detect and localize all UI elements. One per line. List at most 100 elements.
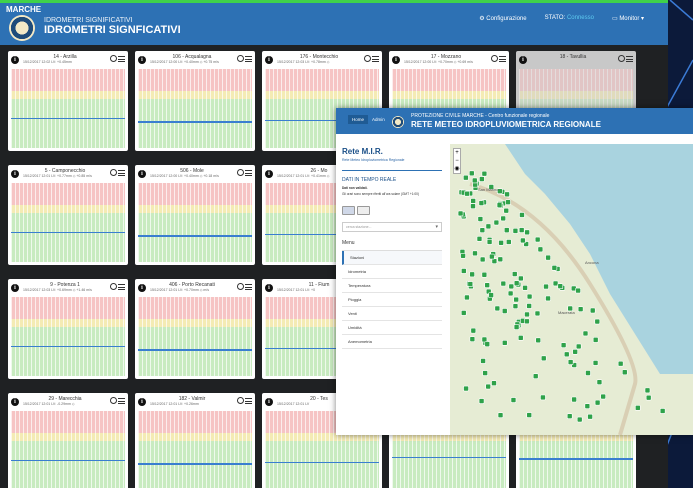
station-marker[interactable]	[545, 254, 551, 261]
station-marker[interactable]	[485, 383, 491, 390]
zoom-icon[interactable]	[237, 55, 244, 62]
info-icon[interactable]: i	[11, 170, 19, 178]
station-marker[interactable]	[560, 342, 567, 348]
station-marker[interactable]	[594, 318, 601, 325]
station-marker[interactable]	[500, 215, 507, 222]
station-marker[interactable]	[644, 387, 651, 394]
menu-item[interactable]: Idrometria	[342, 265, 442, 279]
station-marker[interactable]	[503, 227, 510, 233]
station-marker[interactable]	[482, 370, 488, 376]
menu-item[interactable]: Venti	[342, 307, 442, 321]
zoom-icon[interactable]	[110, 283, 117, 290]
station-marker[interactable]	[477, 216, 484, 222]
station-marker[interactable]	[505, 199, 511, 205]
list-view-button[interactable]	[357, 206, 370, 215]
station-marker[interactable]	[513, 280, 520, 287]
station-marker[interactable]	[635, 405, 641, 411]
station-marker[interactable]	[543, 283, 549, 290]
station-marker[interactable]	[594, 399, 601, 406]
station-marker[interactable]	[478, 398, 485, 404]
station-marker[interactable]	[476, 236, 483, 242]
station-marker[interactable]	[592, 337, 599, 343]
station-marker[interactable]	[461, 268, 467, 274]
info-icon[interactable]: i	[519, 56, 527, 64]
station-marker[interactable]	[522, 285, 528, 291]
info-icon[interactable]: i	[265, 284, 273, 292]
station-marker[interactable]	[503, 207, 510, 214]
info-icon[interactable]: i	[265, 398, 273, 406]
zoom-icon[interactable]	[237, 397, 244, 404]
menu-icon[interactable]	[245, 398, 252, 404]
station-marker[interactable]	[566, 413, 573, 419]
station-marker[interactable]	[479, 256, 486, 263]
station-marker[interactable]	[512, 228, 519, 234]
menu-item[interactable]: Pioggia	[342, 293, 442, 307]
menu-icon[interactable]	[118, 170, 125, 176]
station-marker[interactable]	[617, 360, 624, 367]
station-marker[interactable]	[513, 324, 520, 330]
zoom-icon[interactable]	[491, 55, 498, 62]
station-marker[interactable]	[540, 355, 547, 362]
station-marker[interactable]	[463, 385, 469, 392]
station-marker[interactable]	[575, 287, 581, 294]
menu-icon[interactable]	[118, 56, 125, 62]
station-marker[interactable]	[557, 283, 564, 290]
station-marker[interactable]	[494, 305, 501, 312]
station-marker[interactable]	[520, 237, 526, 244]
station-marker[interactable]	[470, 327, 477, 334]
station-marker[interactable]	[493, 219, 500, 226]
menu-icon[interactable]	[118, 284, 125, 290]
menu-icon[interactable]	[626, 56, 633, 62]
station-marker[interactable]	[481, 170, 488, 177]
zoom-icon[interactable]	[237, 283, 244, 290]
station-marker[interactable]	[500, 280, 507, 287]
tab-home[interactable]: Home	[348, 115, 369, 124]
station-marker[interactable]	[572, 349, 578, 355]
station-marker[interactable]	[577, 306, 584, 312]
zoom-icon[interactable]	[237, 169, 244, 176]
info-icon[interactable]: i	[392, 56, 400, 64]
menu-item[interactable]: Umidità	[342, 321, 442, 335]
menu-icon[interactable]	[245, 284, 252, 290]
menu-icon[interactable]	[118, 398, 125, 404]
station-marker[interactable]	[460, 253, 466, 259]
station-marker[interactable]	[532, 373, 539, 379]
station-marker[interactable]	[491, 380, 497, 387]
station-marker[interactable]	[508, 283, 515, 290]
station-marker[interactable]	[489, 253, 495, 260]
station-marker[interactable]	[512, 303, 519, 309]
zoom-icon[interactable]	[364, 55, 371, 62]
station-marker[interactable]	[596, 379, 603, 385]
station-marker[interactable]	[469, 336, 476, 342]
station-marker[interactable]	[501, 308, 508, 314]
station-marker[interactable]	[535, 337, 542, 344]
station-marker[interactable]	[645, 394, 652, 401]
station-marker[interactable]	[464, 190, 470, 197]
station-marker[interactable]	[518, 275, 524, 282]
station-marker[interactable]	[484, 341, 491, 347]
station-marker[interactable]	[481, 336, 488, 343]
station-marker[interactable]	[457, 210, 464, 217]
station-marker[interactable]	[576, 416, 583, 423]
station-marker[interactable]	[497, 412, 504, 419]
info-icon[interactable]: i	[11, 56, 19, 64]
station-marker[interactable]	[491, 258, 498, 264]
station-marker[interactable]	[511, 271, 518, 277]
station-marker[interactable]	[585, 370, 591, 376]
station-marker[interactable]	[497, 256, 504, 263]
station-marker[interactable]	[468, 170, 475, 177]
menu-icon[interactable]	[372, 56, 379, 62]
info-icon[interactable]: i	[11, 284, 19, 292]
station-marker[interactable]	[506, 239, 512, 245]
station-marker[interactable]	[545, 295, 551, 302]
zoom-in-button[interactable]: +	[454, 149, 460, 157]
station-marker[interactable]	[486, 239, 493, 245]
station-marker[interactable]	[524, 318, 530, 325]
station-marker[interactable]	[524, 311, 530, 318]
station-marker[interactable]	[526, 293, 533, 300]
info-icon[interactable]: i	[138, 398, 146, 406]
station-marker[interactable]	[481, 271, 488, 278]
info-icon[interactable]: i	[265, 56, 273, 64]
station-marker[interactable]	[467, 281, 474, 287]
station-marker[interactable]	[540, 394, 546, 401]
